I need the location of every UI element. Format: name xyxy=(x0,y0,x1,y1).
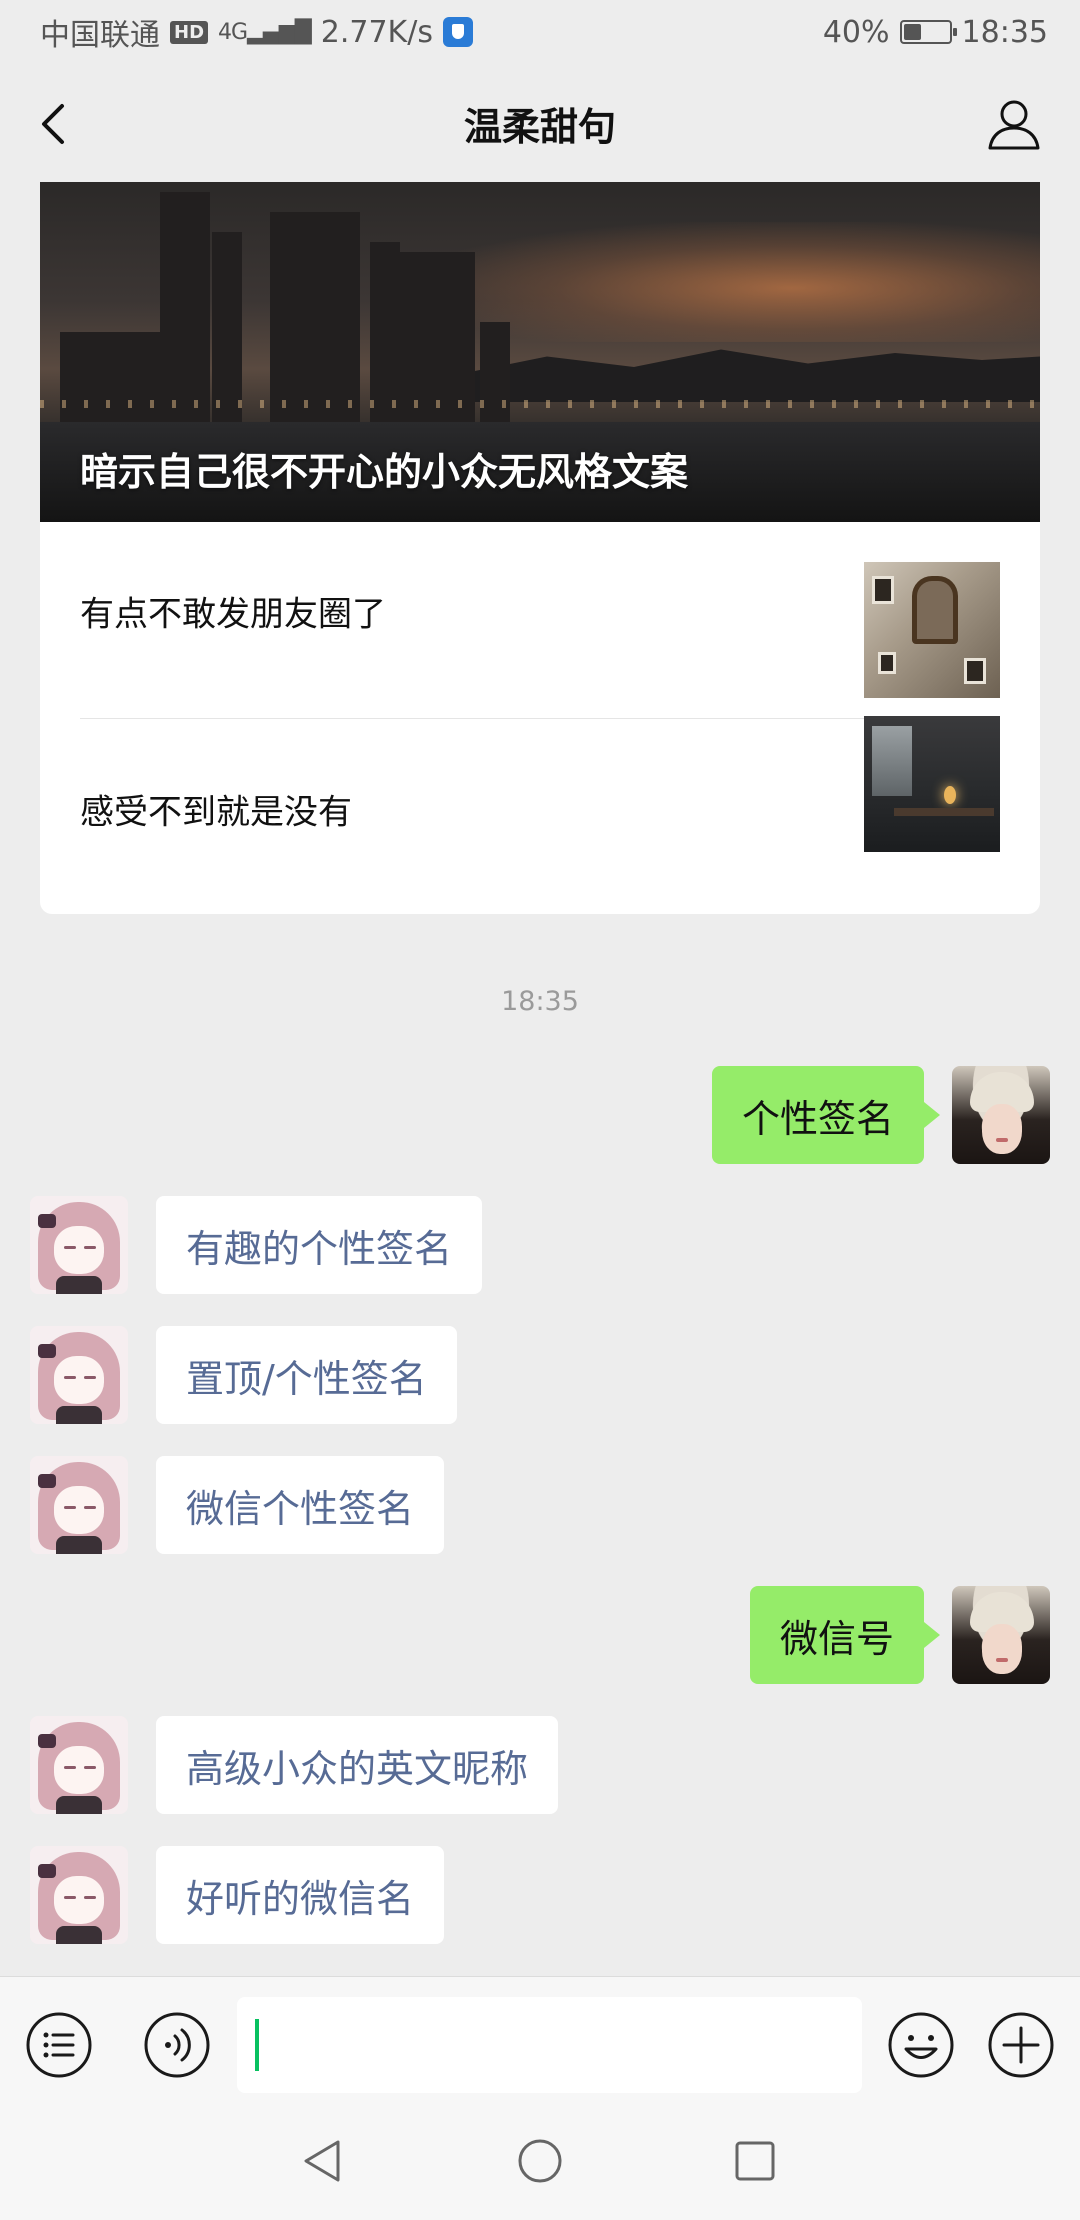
face-shape xyxy=(982,1104,1022,1154)
collar-shape xyxy=(56,1536,102,1554)
face-shape xyxy=(54,1226,104,1274)
signal-icon: 4G▂▄▆█ xyxy=(218,19,312,45)
incoming-link-bubble[interactable]: 好听的微信名 xyxy=(156,1846,445,1944)
outgoing-bubble[interactable]: 个性签名 xyxy=(711,1066,941,1164)
lamp-shape xyxy=(944,786,956,804)
incoming-link-bubble[interactable]: 高级小众的英文昵称 xyxy=(156,1716,559,1814)
article-item-title: 感受不到就是没有 xyxy=(80,792,352,833)
system-nav-bar xyxy=(0,2098,1080,2220)
face-shape xyxy=(54,1356,104,1404)
article-item[interactable]: 感受不到就是没有 xyxy=(40,716,1040,898)
desk-shape xyxy=(894,808,994,816)
face-shape xyxy=(54,1876,104,1924)
person-outline-icon[interactable] xyxy=(986,96,1042,152)
incoming-link-bubble[interactable]: 有趣的个性签名 xyxy=(156,1196,483,1294)
lips-shape xyxy=(996,1138,1008,1142)
user-avatar[interactable] xyxy=(952,1586,1050,1684)
status-time: 18:35 xyxy=(961,14,1048,50)
eye-shape xyxy=(64,1376,76,1379)
article-thumbnail xyxy=(864,716,1000,852)
cover-building xyxy=(480,322,510,432)
frame-shape xyxy=(878,652,896,674)
shield-icon xyxy=(442,17,473,47)
cover-title: 暗示自己很不开心的小众无风格文案 xyxy=(80,450,689,494)
battery-icon xyxy=(899,20,957,44)
eye-shape xyxy=(84,1246,96,1249)
bow-shape xyxy=(38,1474,56,1488)
divider xyxy=(80,718,886,719)
triangle-back-icon[interactable] xyxy=(300,2138,344,2184)
mirror-shape xyxy=(912,576,958,644)
article-item[interactable]: 有点不敢发朋友圈了 xyxy=(40,522,1040,700)
carrier-name: 中国联通 xyxy=(40,18,160,53)
collar-shape xyxy=(56,1796,102,1814)
bot-avatar[interactable] xyxy=(30,1196,128,1294)
network-type: 4G xyxy=(218,19,248,45)
plus-icon[interactable] xyxy=(988,2012,1054,2078)
face-shape xyxy=(54,1746,104,1794)
face-shape xyxy=(982,1624,1022,1674)
cover-sunset-glow xyxy=(420,222,1040,342)
incoming-link-bubble[interactable]: 置顶/个性签名 xyxy=(156,1326,457,1424)
chevron-left-icon[interactable] xyxy=(34,100,82,148)
collar-shape xyxy=(56,1276,102,1294)
bot-avatar[interactable] xyxy=(30,1846,128,1944)
network-speed: 2.77K/s xyxy=(320,14,433,50)
cover-hills xyxy=(460,349,1040,402)
list-menu-icon[interactable] xyxy=(26,2012,92,2078)
nav-bar: 温柔甜句 xyxy=(0,64,1080,182)
eye-shape xyxy=(64,1506,76,1509)
status-right: 40% 18:35 xyxy=(823,15,1048,50)
hd-badge: HD xyxy=(170,20,209,44)
bow-shape xyxy=(38,1344,56,1358)
frame-shape xyxy=(872,576,894,604)
bot-avatar[interactable] xyxy=(30,1326,128,1424)
message-input[interactable] xyxy=(237,1997,862,2093)
status-left: 中国联通 HD 4G▂▄▆█ 2.77K/s xyxy=(40,10,473,54)
window-shape xyxy=(872,726,912,796)
eye-shape xyxy=(84,1376,96,1379)
eye-shape xyxy=(64,1896,76,1899)
square-recents-icon[interactable] xyxy=(734,2140,776,2182)
article-card: 暗示自己很不开心的小众无风格文案 有点不敢发朋友圈了 感受不到就是没有 xyxy=(40,182,1040,914)
eye-shape xyxy=(84,1506,96,1509)
battery-fill xyxy=(903,24,922,40)
collar-shape xyxy=(56,1926,102,1944)
eye-shape xyxy=(64,1246,76,1249)
user-avatar[interactable] xyxy=(952,1066,1050,1164)
cover-city-lights xyxy=(40,400,1040,408)
article-item-title: 有点不敢发朋友圈了 xyxy=(80,594,386,635)
text-cursor xyxy=(255,2019,259,2071)
bow-shape xyxy=(38,1734,56,1748)
chat-title: 温柔甜句 xyxy=(463,104,616,149)
face-shape xyxy=(54,1486,104,1534)
status-bar: 中国联通 HD 4G▂▄▆█ 2.77K/s 40% 18:35 xyxy=(0,0,1080,64)
emoji-icon[interactable] xyxy=(888,2012,954,2078)
collar-shape xyxy=(56,1406,102,1424)
frame-shape xyxy=(964,658,986,684)
bot-avatar[interactable] xyxy=(30,1716,128,1814)
circle-home-icon[interactable] xyxy=(517,2138,563,2184)
bot-avatar[interactable] xyxy=(30,1456,128,1554)
cover-building xyxy=(160,192,210,432)
article-thumbnail xyxy=(864,562,1000,698)
battery-percent: 40% xyxy=(822,14,890,50)
cover-building xyxy=(270,212,360,432)
incoming-link-bubble[interactable]: 微信个性签名 xyxy=(156,1456,445,1554)
eye-shape xyxy=(84,1766,96,1769)
lips-shape xyxy=(996,1658,1008,1662)
eye-shape xyxy=(64,1766,76,1769)
input-bar xyxy=(0,1976,1080,2098)
bow-shape xyxy=(38,1864,56,1878)
voice-icon[interactable] xyxy=(144,2012,210,2078)
cover-building xyxy=(60,332,160,432)
article-cover[interactable]: 暗示自己很不开心的小众无风格文案 xyxy=(40,182,1040,522)
chat-timestamp: 18:35 xyxy=(501,986,579,1017)
eye-shape xyxy=(84,1896,96,1899)
bow-shape xyxy=(38,1214,56,1228)
outgoing-bubble[interactable]: 微信号 xyxy=(749,1586,941,1684)
